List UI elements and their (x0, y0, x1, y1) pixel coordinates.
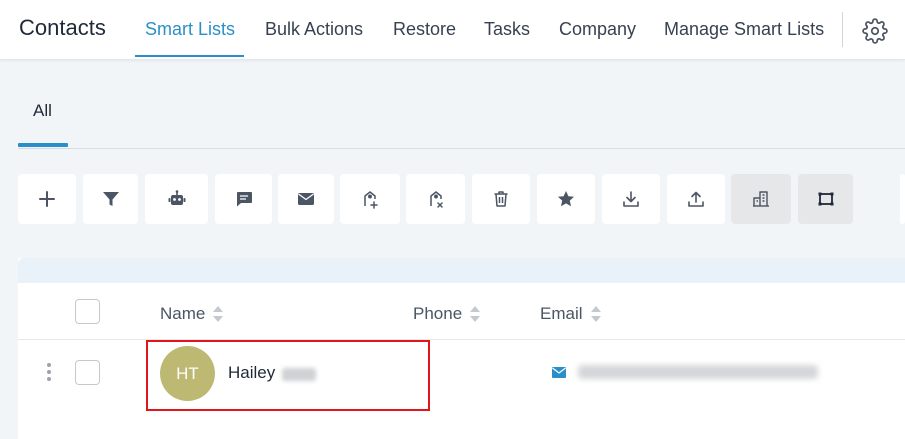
merge-button[interactable] (798, 174, 853, 224)
tab-smart-lists[interactable]: Smart Lists (145, 19, 235, 40)
automation-button[interactable] (145, 174, 208, 224)
redacted-email[interactable] (578, 365, 818, 379)
import-button[interactable] (667, 174, 725, 224)
message-icon (236, 192, 252, 207)
tab-bulk-actions[interactable]: Bulk Actions (265, 19, 363, 40)
tab-tasks[interactable]: Tasks (484, 19, 530, 40)
star-icon (558, 191, 574, 207)
sort-icon (590, 306, 601, 322)
tab-restore[interactable]: Restore (393, 19, 456, 40)
column-header-phone-label: Phone (413, 304, 463, 323)
tab-manage-smart-lists[interactable]: Manage Smart Lists (664, 19, 824, 40)
trash-icon (494, 191, 508, 207)
upload-icon (688, 191, 704, 207)
export-button[interactable] (602, 174, 660, 224)
remove-tag-button[interactable] (406, 174, 465, 224)
table-header-row: Name Phone Email (18, 283, 905, 340)
company-button[interactable] (731, 174, 791, 224)
gear-icon[interactable] (862, 18, 888, 44)
toolbar-overflow-button[interactable] (900, 174, 905, 224)
column-header-name-label: Name (160, 304, 206, 323)
app-title: Contacts (19, 15, 106, 40)
highlight-box (146, 340, 430, 411)
review-request-button[interactable] (537, 174, 595, 224)
row-actions-menu[interactable] (44, 363, 54, 385)
top-nav-bar: Contacts Smart Lists Bulk Actions Restor… (0, 0, 905, 60)
download-icon (623, 191, 639, 207)
subtab-active-indicator (18, 143, 68, 147)
merge-icon (818, 192, 833, 206)
row-checkbox[interactable] (75, 360, 100, 385)
send-email-button[interactable] (278, 174, 334, 224)
tag-remove-icon (429, 191, 443, 208)
table-top-band (18, 258, 905, 283)
mail-icon (552, 367, 566, 378)
tag-add-icon (364, 191, 378, 209)
column-header-email[interactable]: Email (540, 304, 603, 324)
filter-button[interactable] (83, 174, 138, 224)
add-tag-button[interactable] (340, 174, 400, 224)
robot-icon (168, 190, 185, 205)
building-icon (753, 191, 769, 207)
nav-divider (842, 12, 843, 47)
select-all-checkbox[interactable] (75, 299, 100, 324)
delete-button[interactable] (472, 174, 530, 224)
column-header-email-label: Email (540, 304, 583, 323)
column-header-phone[interactable]: Phone (413, 304, 482, 324)
subtab-all[interactable]: All (33, 101, 52, 121)
mail-icon (298, 193, 314, 205)
subtab-divider (18, 148, 905, 149)
tab-company[interactable]: Company (559, 19, 636, 40)
column-header-name[interactable]: Name (160, 304, 225, 324)
plus-icon (39, 191, 55, 207)
sort-icon (213, 306, 224, 322)
add-contact-button[interactable] (18, 174, 76, 224)
sort-icon (470, 306, 481, 322)
active-tab-indicator (135, 55, 244, 57)
send-sms-button[interactable] (215, 174, 272, 224)
filter-icon (102, 192, 119, 206)
